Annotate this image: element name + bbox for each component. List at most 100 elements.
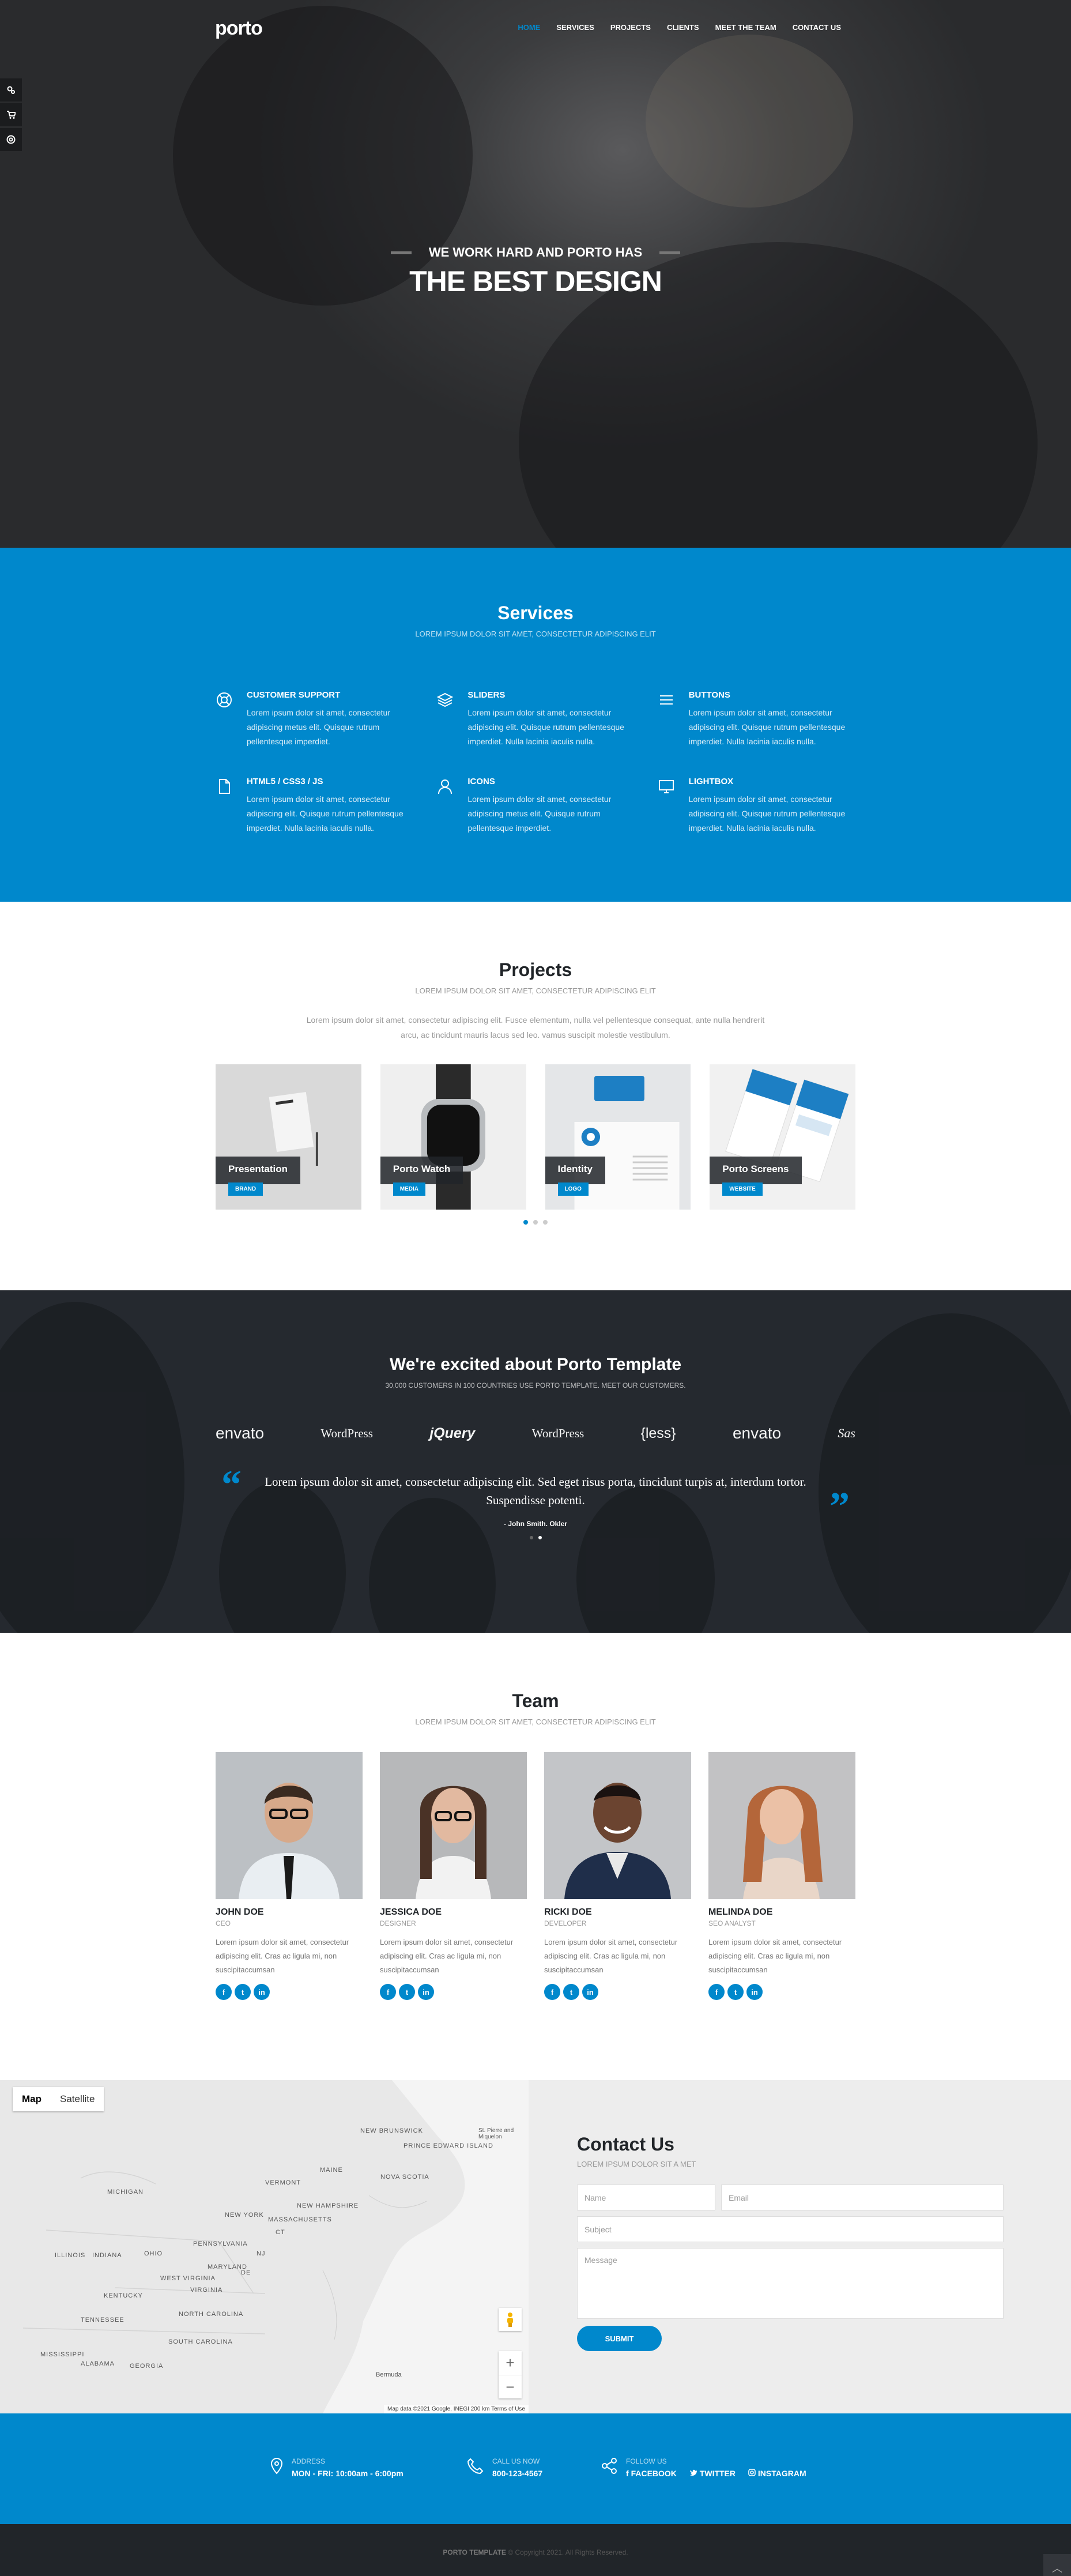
- nav-meet-the-team[interactable]: MEET THE TEAM: [707, 23, 785, 32]
- project-tag[interactable]: LOGO: [557, 1182, 589, 1196]
- chevron-up-icon: ︿: [1052, 2563, 1062, 2574]
- footer-brand[interactable]: PORTO TEMPLATE: [443, 2548, 506, 2556]
- message-field[interactable]: Message: [577, 2248, 1004, 2319]
- carousel-dot[interactable]: [523, 1220, 528, 1225]
- gears-icon: [7, 86, 15, 94]
- envato-logo: envato: [216, 1424, 265, 1442]
- name-field[interactable]: Name: [577, 2185, 715, 2210]
- service-title: ICONS: [467, 777, 495, 786]
- service-title: SLIDERS: [467, 690, 506, 700]
- hero-subtitle-row: WE WORK HARD AND PORTO HAS: [390, 245, 681, 260]
- crowd-silhouette: [0, 1302, 184, 1633]
- carousel-dot[interactable]: [533, 1220, 538, 1225]
- call-value[interactable]: 800-123-4567: [492, 2469, 542, 2478]
- sass-logo: Sas: [838, 1426, 855, 1440]
- zoom-out-button[interactable]: −: [499, 2375, 522, 2398]
- map-label: NORTH CAROLINA: [179, 2311, 244, 2318]
- facebook-icon[interactable]: f: [380, 1984, 396, 2000]
- member-name: MELINDA DOE: [708, 1907, 773, 1917]
- map-label: SOUTH CAROLINA: [168, 2338, 233, 2345]
- facebook-icon[interactable]: f: [216, 1984, 232, 2000]
- project-card[interactable]: Porto Screens WEBSITE: [710, 1064, 855, 1210]
- map-label: GEORGIA: [130, 2363, 164, 2370]
- map-label: St. Pierre and Miquelon: [478, 2127, 514, 2140]
- service-text: Lorem ipsum dolor sit amet, consectetur …: [467, 708, 624, 746]
- map-terrain: [0, 2080, 529, 2413]
- service-text: Lorem ipsum dolor sit amet, consectetur …: [247, 794, 403, 833]
- subject-field[interactable]: Subject: [577, 2216, 1004, 2242]
- project-card[interactable]: Identity LOGO: [545, 1064, 691, 1210]
- service-item: BUTTONS Lorem ipsum dolor sit amet, conse…: [658, 690, 855, 749]
- project-tag[interactable]: BRAND: [228, 1182, 263, 1196]
- map-attribution[interactable]: Map data ©2021 Google, INEGI 200 km Term…: [384, 2405, 529, 2413]
- linkedin-icon[interactable]: in: [746, 1984, 763, 2000]
- scroll-to-top-button[interactable]: ︿: [1043, 2554, 1071, 2576]
- facebook-icon[interactable]: f: [544, 1984, 560, 2000]
- clients-subtitle: 30,000 CUSTOMERS IN 100 COUNTRIES USE PO…: [385, 1381, 686, 1389]
- map-label: CT: [276, 2229, 285, 2236]
- project-card[interactable]: Presentation BRAND: [216, 1064, 361, 1210]
- nav-contact-us[interactable]: CONTACT US: [785, 23, 849, 32]
- member-role: DEVELOPER: [544, 1919, 587, 1927]
- wordpress-logo: WordPress: [320, 1426, 373, 1440]
- carousel-dots: [216, 1220, 855, 1225]
- google-map[interactable]: Map Satellite NEW BRUNSWICK PRINCE EDWAR…: [0, 2080, 529, 2413]
- twitter-icon[interactable]: t: [399, 1984, 415, 2000]
- map-label: WEST VIRGINIA: [160, 2275, 216, 2282]
- copyright: PORTO TEMPLATE © Copyright 2021. All Rig…: [0, 2548, 1071, 2556]
- contact-info-bar: ADDRESS MON - FRI: 10:00am - 6:00pm CALL …: [0, 2413, 1071, 2524]
- testimonial-author: - John Smith. Okler: [503, 1520, 567, 1528]
- member-name: RICKI DOE: [544, 1907, 592, 1917]
- support-button[interactable]: [0, 128, 22, 151]
- street-view-pegman[interactable]: [499, 2308, 522, 2331]
- side-toolbar: [0, 78, 22, 153]
- nav-services[interactable]: SERVICES: [548, 23, 602, 32]
- map-tab[interactable]: Map: [13, 2087, 51, 2111]
- member-socials: f t in: [216, 1984, 363, 2000]
- project-tag[interactable]: WEBSITE: [722, 1182, 763, 1196]
- style-switcher-button[interactable]: [0, 78, 22, 101]
- member-role: CEO: [216, 1919, 231, 1927]
- carousel-dot[interactable]: [543, 1220, 548, 1225]
- projects-title: Projects: [499, 959, 572, 980]
- carousel-dot[interactable]: [529, 1536, 533, 1539]
- file-icon: [219, 779, 230, 794]
- member-role: SEO ANALYST: [708, 1919, 756, 1927]
- envato-logo: envato: [732, 1424, 782, 1442]
- satellite-tab[interactable]: Satellite: [51, 2087, 104, 2111]
- facebook-link[interactable]: f FACEBOOK: [626, 2469, 677, 2478]
- nav-projects[interactable]: PROJECTS: [602, 23, 659, 32]
- submit-button[interactable]: SUBMIT: [577, 2326, 662, 2351]
- avatar: [544, 1752, 691, 1899]
- client-logos: envato WordPress jQuery WordPress {less}…: [216, 1424, 855, 1443]
- hero-divider: [659, 251, 681, 254]
- service-title: CUSTOMER SUPPORT: [247, 690, 341, 700]
- project-label: Presentation: [216, 1157, 300, 1184]
- linkedin-icon[interactable]: in: [418, 1984, 434, 2000]
- email-field[interactable]: Email: [721, 2185, 1004, 2210]
- twitter-icon[interactable]: t: [727, 1984, 744, 2000]
- twitter-icon[interactable]: t: [563, 1984, 579, 2000]
- map-label: INDIANA: [92, 2252, 122, 2259]
- zoom-in-button[interactable]: +: [499, 2351, 522, 2375]
- map-label: MAINE: [320, 2167, 343, 2174]
- facebook-icon[interactable]: f: [708, 1984, 725, 2000]
- twitter-icon[interactable]: t: [235, 1984, 251, 2000]
- team-member: JOHN DOE CEO Lorem ipsum dolor sit amet,…: [216, 1752, 363, 2000]
- project-tag[interactable]: MEDIA: [393, 1182, 425, 1196]
- project-card[interactable]: Porto Watch MEDIA: [380, 1064, 526, 1210]
- nav-home[interactable]: HOME: [510, 23, 548, 32]
- buy-button[interactable]: [0, 103, 22, 126]
- linkedin-icon[interactable]: in: [582, 1984, 598, 2000]
- linkedin-icon[interactable]: in: [254, 1984, 270, 2000]
- carousel-dot[interactable]: [538, 1536, 542, 1539]
- twitter-link[interactable]: TWITTER: [689, 2469, 736, 2478]
- contact-subtitle: LOREM IPSUM DOLOR SIT A MET: [577, 2160, 696, 2168]
- main-nav: HOME SERVICES PROJECTS CLIENTS MEET THE …: [510, 23, 849, 32]
- logo[interactable]: porto: [215, 17, 263, 40]
- map-label: MICHIGAN: [107, 2189, 144, 2195]
- jquery-logo: jQuery: [429, 1425, 476, 1441]
- instagram-link[interactable]: INSTAGRAM: [748, 2469, 806, 2478]
- nav-clients[interactable]: CLIENTS: [659, 23, 707, 32]
- instagram-link-label: INSTAGRAM: [757, 2469, 806, 2478]
